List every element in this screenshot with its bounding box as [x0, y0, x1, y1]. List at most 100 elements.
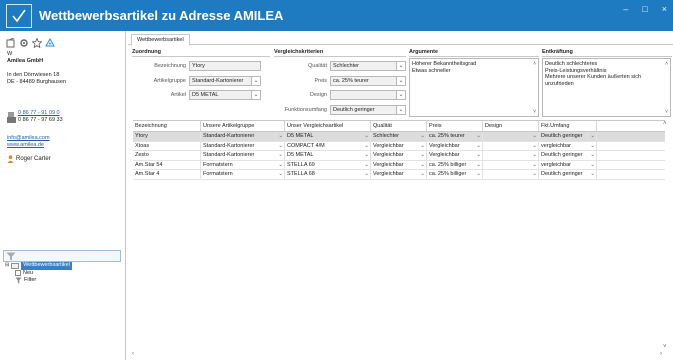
- column-header[interactable]: Design: [483, 121, 539, 131]
- gear-icon[interactable]: [19, 38, 29, 48]
- table-cell[interactable]: ⌄: [483, 160, 539, 170]
- chevron-down-icon[interactable]: ⌄: [476, 132, 481, 141]
- chevron-down-icon[interactable]: ⌄: [278, 132, 283, 141]
- chevron-down-icon[interactable]: ⌄: [532, 170, 537, 179]
- column-header[interactable]: Bezeichnung: [133, 121, 201, 131]
- chevron-down-icon[interactable]: ⌄: [590, 170, 595, 179]
- vertical-scrollbar[interactable]: ˄ ˅: [663, 119, 671, 360]
- tree-item-neu[interactable]: Neu: [15, 270, 72, 278]
- chevron-down-icon[interactable]: ⌄: [278, 151, 283, 160]
- chevron-down-icon[interactable]: ⌄: [278, 142, 283, 151]
- table-cell[interactable]: D5 METAL ⌄: [285, 151, 371, 160]
- chevron-down-icon[interactable]: ⌄: [396, 91, 405, 99]
- close-button[interactable]: ×: [662, 4, 667, 14]
- scroll-up-icon[interactable]: ˄: [533, 61, 536, 68]
- chevron-down-icon[interactable]: ⌄: [420, 170, 425, 179]
- table-cell[interactable]: STELLA 68 ⌄: [285, 170, 371, 179]
- chevron-down-icon[interactable]: ⌄: [590, 132, 595, 141]
- table-cell[interactable]: Vergleichbar ⌄: [371, 141, 427, 151]
- chevron-down-icon[interactable]: ⌄: [364, 142, 369, 151]
- qualitaet-select[interactable]: Schlechter ⌄: [330, 61, 406, 71]
- tree-root-item[interactable]: ⊟ Wettbewerbsartikel: [5, 262, 72, 270]
- table-cell[interactable]: Vergleichbar ⌄: [371, 151, 427, 160]
- chevron-down-icon[interactable]: ⌄: [420, 142, 425, 151]
- scroll-up-icon[interactable]: ˄: [665, 61, 668, 68]
- table-cell[interactable]: Zesto: [133, 151, 201, 160]
- entkraeftung-textarea[interactable]: Deutlich schlechteres Preis-Leistungsver…: [542, 58, 671, 117]
- artikelgruppe-select[interactable]: Standard-Kartonierer ⌄: [189, 76, 261, 86]
- chevron-down-icon[interactable]: ⌄: [420, 151, 425, 160]
- phone-link[interactable]: 0 86 77 - 91 09 0: [18, 110, 63, 117]
- chevron-down-icon[interactable]: ⌄: [364, 151, 369, 160]
- collapse-icon[interactable]: ⊟: [5, 262, 9, 270]
- scroll-down-icon[interactable]: ˅: [665, 109, 668, 116]
- map-marker-icon[interactable]: [45, 38, 55, 48]
- table-cell[interactable]: ca. 25% billiger ⌄: [427, 160, 483, 170]
- chevron-down-icon[interactable]: ⌄: [420, 132, 425, 141]
- table-row[interactable]: Am.Star 54 Formatstern ⌄ STELLA 69 ⌄ Vergleic…: [133, 160, 665, 170]
- column-header[interactable]: Unser Vergleichsartikel: [285, 121, 371, 131]
- horizontal-scrollbar[interactable]: ‹ ›: [132, 351, 662, 359]
- chevron-down-icon[interactable]: ⌄: [396, 106, 405, 114]
- chevron-down-icon[interactable]: ⌄: [420, 161, 425, 170]
- chevron-down-icon[interactable]: ⌄: [396, 62, 405, 70]
- table-cell[interactable]: Schlechter ⌄: [371, 132, 427, 141]
- table-row[interactable]: Am.Star 4 Formatstern ⌄ STELLA 68 ⌄ Vergleich…: [133, 170, 665, 180]
- funktionsumfang-select[interactable]: Deutlich geringer ⌄: [330, 105, 406, 115]
- chevron-down-icon[interactable]: ⌄: [476, 142, 481, 151]
- table-cell[interactable]: Xtoas: [133, 141, 201, 150]
- table-cell[interactable]: Standard-Kartonierer ⌄: [201, 141, 285, 151]
- ink-icon[interactable]: [6, 38, 16, 48]
- chevron-down-icon[interactable]: ⌄: [251, 77, 260, 85]
- table-cell[interactable]: Standard-Kartonierer ⌄: [201, 151, 285, 160]
- scroll-right-icon[interactable]: ›: [660, 351, 662, 357]
- table-cell[interactable]: Vergleichbar ⌄: [371, 170, 427, 179]
- artikel-select[interactable]: D5 METAL ⌄: [189, 90, 261, 100]
- table-cell[interactable]: Vergleichbar ⌄: [427, 141, 483, 151]
- table-cell[interactable]: Deutlich geringer ⌄: [539, 170, 597, 179]
- column-header[interactable]: Fkt.Umfang: [539, 121, 597, 131]
- scroll-up-icon[interactable]: ˄: [663, 121, 667, 127]
- chevron-down-icon[interactable]: ⌄: [532, 132, 537, 141]
- table-cell[interactable]: ⌄: [483, 141, 539, 151]
- chevron-down-icon[interactable]: ⌄: [590, 142, 595, 151]
- table-cell[interactable]: COMPACT 4/M ⌄: [285, 141, 371, 151]
- chevron-down-icon[interactable]: ⌄: [278, 170, 283, 179]
- table-cell[interactable]: vergleichbar ⌄: [539, 160, 597, 169]
- table-cell[interactable]: Ytory: [133, 132, 201, 141]
- website-link[interactable]: www.amilea.de: [7, 142, 50, 149]
- chevron-down-icon[interactable]: ⌄: [476, 161, 481, 170]
- column-header[interactable]: Unsere Artikelgruppe: [201, 121, 285, 131]
- table-cell[interactable]: ca. 25% billiger ⌄: [427, 170, 483, 179]
- chevron-down-icon[interactable]: ⌄: [364, 170, 369, 179]
- table-cell[interactable]: Deutlich geringer ⌄: [539, 151, 597, 160]
- table-cell[interactable]: Am.Star 54: [133, 160, 201, 169]
- preis-select[interactable]: ca. 25% teurer ⌄: [330, 76, 406, 86]
- table-cell[interactable]: ⌄: [483, 132, 539, 141]
- table-cell[interactable]: Formatstern ⌄: [201, 160, 285, 169]
- chevron-down-icon[interactable]: ⌄: [532, 142, 537, 151]
- table-cell[interactable]: vergleichbar ⌄: [539, 141, 597, 151]
- contact-person[interactable]: Roger Carter: [7, 155, 51, 163]
- table-cell[interactable]: Vergleichbar ⌄: [427, 151, 483, 160]
- bezeichnung-field[interactable]: Ytory: [189, 61, 261, 71]
- star-icon[interactable]: [32, 38, 42, 48]
- design-select[interactable]: ⌄: [330, 90, 406, 100]
- chevron-down-icon[interactable]: ⌄: [251, 91, 260, 99]
- table-cell[interactable]: Vergleichbar ⌄: [371, 160, 427, 170]
- table-cell[interactable]: ⌄: [483, 170, 539, 179]
- search-input[interactable]: [18, 253, 108, 259]
- scroll-left-icon[interactable]: ‹: [132, 351, 134, 357]
- table-cell[interactable]: D5 METAL ⌄: [285, 132, 371, 141]
- column-header[interactable]: Preis: [427, 121, 483, 131]
- chevron-down-icon[interactable]: ⌄: [364, 132, 369, 141]
- chevron-down-icon[interactable]: ⌄: [532, 161, 537, 170]
- chevron-down-icon[interactable]: ⌄: [476, 151, 481, 160]
- minimize-button[interactable]: –: [623, 4, 628, 14]
- column-header[interactable]: Qualität: [371, 121, 427, 131]
- chevron-down-icon[interactable]: ⌄: [532, 151, 537, 160]
- table-cell[interactable]: Standard-Kartonierer ⌄: [201, 132, 285, 141]
- tab-wettbewerbsartikel[interactable]: Wettbewerbsartikel: [131, 34, 190, 46]
- table-cell[interactable]: Am.Star 4: [133, 170, 201, 179]
- table-row[interactable]: Xtoas Standard-Kartonierer ⌄ COMPACT 4/M ⌄ Ve…: [133, 141, 665, 151]
